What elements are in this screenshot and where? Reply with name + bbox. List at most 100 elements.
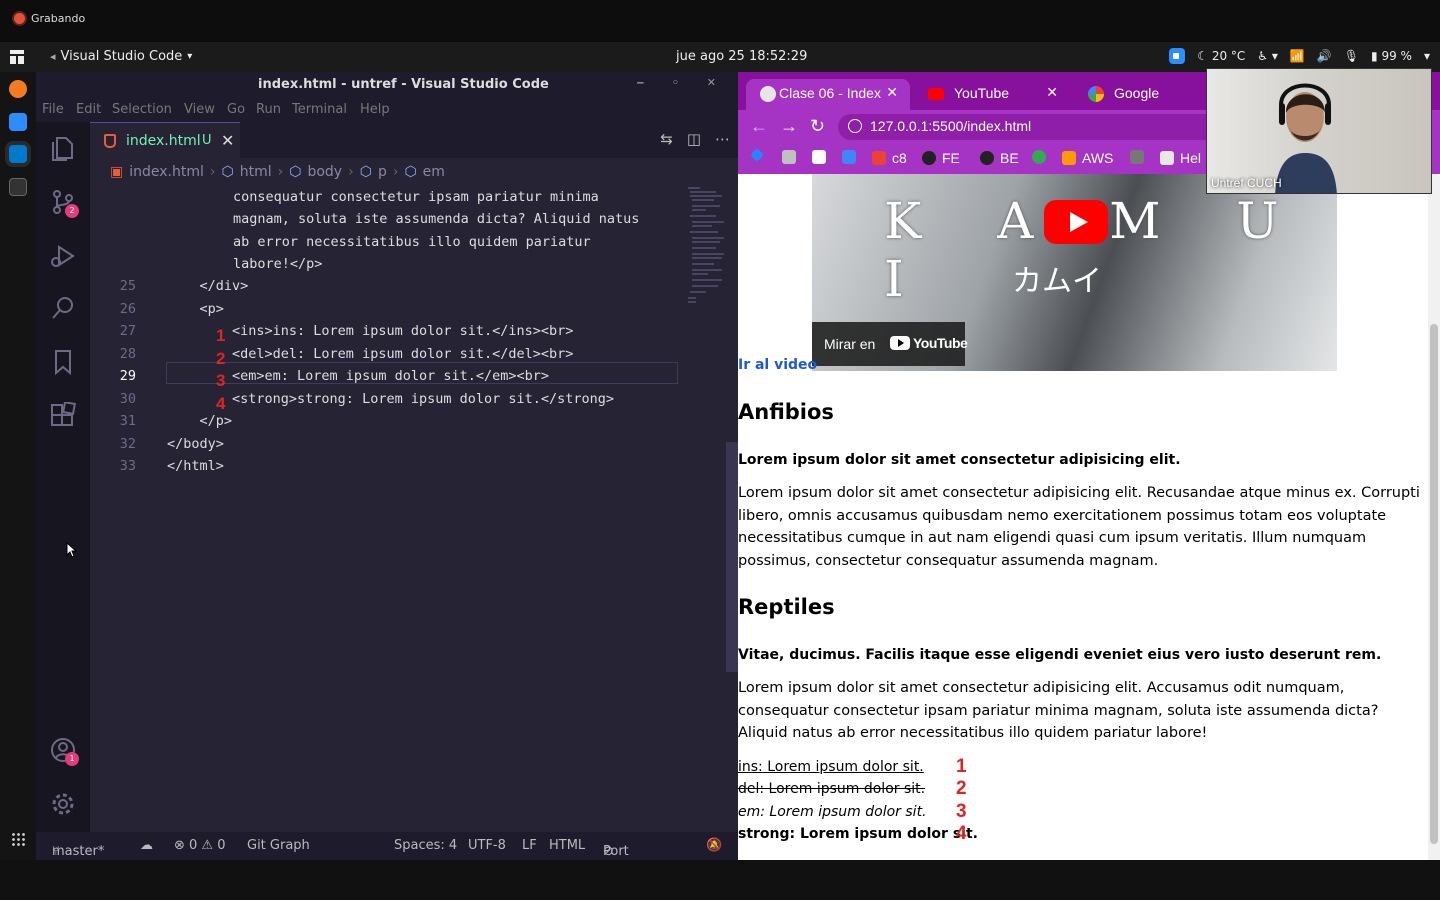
- git-graph-button[interactable]: Git Graph: [247, 838, 310, 853]
- bookmark-icon[interactable]: [49, 348, 77, 376]
- annotation-number: 4: [216, 394, 226, 413]
- menu-run[interactable]: Run: [256, 102, 281, 117]
- bookmark-gmail[interactable]: c8: [872, 150, 907, 166]
- notifications-muted-icon[interactable]: 🔕: [706, 838, 722, 853]
- clock[interactable]: jue ago 25 18:52:29: [676, 49, 807, 64]
- anfibios-strong-text: Lorem ipsum dolor sit amet consectetur a…: [738, 452, 1181, 468]
- breadcrumb-body[interactable]: body: [307, 164, 342, 180]
- bookmark-h-icon[interactable]: [812, 150, 826, 164]
- menu-terminal[interactable]: Terminal: [292, 102, 347, 117]
- menu-selection[interactable]: Selection: [112, 102, 172, 117]
- gmail-icon: [872, 151, 886, 165]
- power-menu-icon[interactable]: ▾: [1424, 49, 1430, 63]
- code-line: 29 <em>em: Lorem ipsum dolor sit.</em><b…: [90, 365, 690, 387]
- menu-view[interactable]: View: [184, 102, 215, 117]
- vscode-app-icon[interactable]: [9, 145, 27, 163]
- breadcrumb-file[interactable]: index.html: [129, 164, 204, 180]
- activities-icon[interactable]: [10, 50, 24, 64]
- bookmark-folder[interactable]: Hel: [1160, 150, 1201, 166]
- reload-icon[interactable]: ↻: [810, 116, 825, 137]
- explorer-icon[interactable]: [49, 134, 77, 162]
- youtube-embed[interactable]: K A M U I カムイ Mirar en YouTube: [812, 174, 1337, 371]
- sync-icon[interactable]: ☁: [140, 838, 153, 853]
- breadcrumb: ▣ index.html › ⬡ html › ⬡ body › ⬡ p › ⬡…: [90, 158, 738, 186]
- annotation-number: 3: [956, 801, 967, 822]
- breadcrumb-em[interactable]: em: [423, 164, 445, 180]
- bookmark-github-be[interactable]: BE: [980, 150, 1019, 166]
- watch-on-youtube-button[interactable]: Mirar en YouTube: [812, 322, 968, 366]
- zoom-icon[interactable]: [1169, 48, 1186, 64]
- tab-index-html[interactable]: index.html U ✕: [90, 122, 240, 158]
- encoding-status[interactable]: UTF-8: [468, 838, 506, 853]
- weather[interactable]: ☾ 20 °C: [1197, 49, 1245, 63]
- code-text: <ins>ins: Lorem ipsum dolor sit.</ins><b…: [167, 323, 574, 339]
- search-icon[interactable]: [49, 294, 77, 322]
- wifi-icon: 📶: [1289, 49, 1305, 63]
- menu-file[interactable]: File: [42, 102, 64, 117]
- web-page: K A M U I カムイ Mirar en YouTube Ir al vid…: [738, 174, 1428, 860]
- zoom-app-icon[interactable]: [9, 113, 27, 131]
- page-scroll-thumb[interactable]: [1430, 324, 1438, 844]
- close-tab-icon[interactable]: ✕: [886, 84, 898, 101]
- record-icon: [14, 13, 25, 24]
- eol-status[interactable]: LF: [522, 838, 537, 853]
- breadcrumb-html[interactable]: html: [240, 164, 272, 180]
- settings-gear-icon[interactable]: [49, 790, 77, 818]
- indentation-status[interactable]: Spaces: 4: [394, 838, 457, 853]
- compare-changes-icon[interactable]: ⇆: [660, 130, 673, 148]
- tab-clase-06[interactable]: Clase 06 - Index ✕: [746, 79, 910, 110]
- bookmark-b-icon[interactable]: [1032, 150, 1046, 164]
- tab-google[interactable]: Google: [1074, 79, 1204, 110]
- address-bar[interactable]: 127.0.0.1:5500/index.html: [838, 114, 1258, 140]
- close-tab-icon[interactable]: ✕: [221, 131, 234, 150]
- forward-icon[interactable]: →: [780, 116, 798, 137]
- page-scrollbar[interactable]: [1428, 174, 1440, 860]
- youtube-play-button[interactable]: [1044, 200, 1108, 244]
- breadcrumb-p[interactable]: p: [378, 164, 387, 180]
- bookmark-aws[interactable]: AWS: [1062, 150, 1113, 166]
- more-actions-icon[interactable]: ⋯: [715, 130, 730, 148]
- editor-scrollbar[interactable]: [726, 442, 738, 672]
- language-status[interactable]: HTML: [549, 838, 585, 853]
- account-badge: 1: [65, 752, 79, 766]
- chevron-right-icon: ›: [277, 164, 284, 180]
- menu-edit[interactable]: Edit: [76, 102, 101, 117]
- annotation-number: 1: [216, 326, 226, 345]
- tab-youtube[interactable]: YouTube ✕: [914, 79, 1070, 110]
- reptiles-paragraph: Lorem ipsum dolor sit amet consectetur a…: [738, 680, 1379, 741]
- code-editor[interactable]: consequatur consectetur ipsam pariatur m…: [90, 186, 690, 832]
- window-controls[interactable]: ‒ ◦ ✕: [636, 76, 728, 89]
- terminal-icon[interactable]: [9, 178, 27, 196]
- accessibility-icon[interactable]: ♿ ▾: [1257, 49, 1278, 63]
- bookmark-drive-icon[interactable]: [1130, 150, 1144, 164]
- element-icon: ⬡: [404, 164, 417, 180]
- menu-go[interactable]: Go: [227, 102, 245, 117]
- chevron-right-icon: ›: [209, 164, 216, 180]
- reptiles-strong-text: Vitae, ducimus. Facilis itaque esse elig…: [738, 647, 1382, 663]
- annotation-number: 1: [956, 756, 967, 777]
- split-editor-icon[interactable]: ◫: [687, 130, 701, 148]
- app-menu[interactable]: ◂ Visual Studio Code ▾: [50, 49, 192, 64]
- editor-tabs: index.html U ✕ ⇆ ◫ ⋯: [90, 122, 738, 158]
- run-debug-icon[interactable]: [49, 242, 77, 270]
- bookmark-github-fe[interactable]: FE: [922, 150, 960, 166]
- scm-badge: 2: [65, 204, 79, 218]
- site-info-icon[interactable]: [848, 119, 862, 133]
- activity-bar: 2 1: [36, 122, 90, 832]
- firefox-icon[interactable]: [9, 80, 27, 98]
- menu-help[interactable]: Help: [360, 102, 390, 117]
- extensions-icon[interactable]: [49, 402, 77, 430]
- code-line: 28 <del>del: Lorem ipsum dolor sit.</del…: [90, 343, 690, 365]
- problems-status[interactable]: ⊗ 0 ⚠ 0: [174, 838, 226, 853]
- bookmark-calendar-icon[interactable]: [842, 150, 856, 164]
- close-tab-icon[interactable]: ✕: [1046, 84, 1058, 101]
- video-link[interactable]: Ir al video: [738, 357, 817, 373]
- back-icon[interactable]: ←: [750, 116, 768, 137]
- line-number: 25: [119, 278, 136, 294]
- show-apps-icon[interactable]: [11, 832, 25, 846]
- minimap[interactable]: [686, 186, 726, 306]
- bookmark-jira-icon[interactable]: [749, 147, 765, 163]
- webcam-overlay[interactable]: Untref CUCH: [1206, 68, 1432, 194]
- bookmark-tool-icon[interactable]: [782, 150, 796, 164]
- system-tray[interactable]: ☾ 20 °C ♿ ▾ 📶 🔊 🎙 ▮ 99 % ▾: [1169, 48, 1430, 64]
